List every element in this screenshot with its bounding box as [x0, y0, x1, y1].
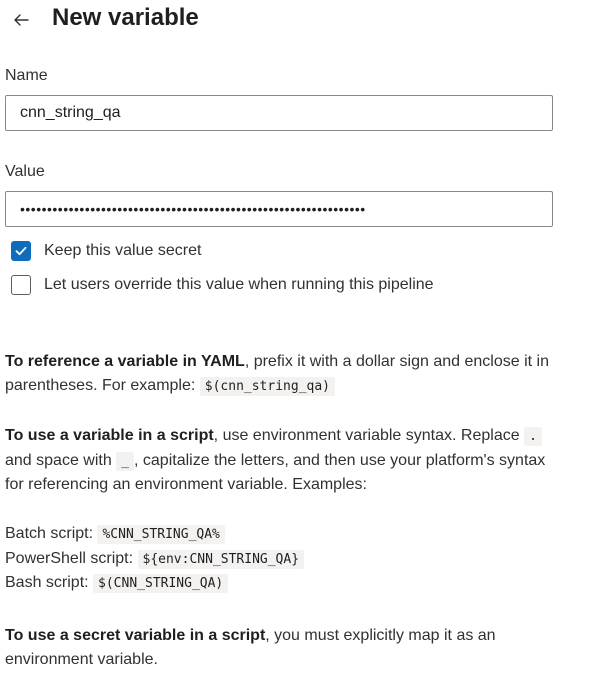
powershell-example: PowerShell script: ${env:CNN_STRING_QA} [5, 547, 565, 572]
name-input[interactable] [5, 95, 553, 131]
batch-label: Batch script: [5, 525, 98, 542]
script-help-bold: To use a variable in a script [5, 427, 214, 444]
bash-code: $(CNN_STRING_QA) [93, 574, 229, 593]
keep-secret-checkbox[interactable] [11, 241, 31, 261]
secret-help-bold: To use a secret variable in a script [5, 627, 266, 644]
script-help-body-1: , use environment variable syntax. Repla… [213, 427, 525, 444]
powershell-label: PowerShell script: [5, 549, 138, 567]
checkmark-icon [15, 246, 27, 256]
keep-secret-option[interactable]: Keep this value secret [11, 240, 201, 262]
script-help-text: To use a variable in a script, use envir… [5, 424, 565, 497]
dot-code: . [524, 427, 542, 446]
powershell-code: ${env:CNN_STRING_QA} [137, 549, 305, 569]
yaml-help-text: To reference a variable in YAML, prefix … [5, 350, 560, 398]
script-examples: Batch script: %CNN_STRING_QA% PowerShell… [5, 522, 565, 596]
bash-example: Bash script: $(CNN_STRING_QA) [5, 571, 565, 596]
allow-override-option[interactable]: Let users override this value when runni… [11, 274, 434, 296]
page-title: New variable [52, 4, 199, 31]
value-label: Value [5, 163, 45, 180]
allow-override-label: Let users override this value when runni… [44, 276, 434, 293]
script-help-body-2: and space with [5, 451, 117, 469]
batch-code: %CNN_STRING_QA% [97, 525, 225, 544]
allow-override-checkbox[interactable] [11, 275, 31, 295]
value-input[interactable] [5, 191, 553, 227]
bash-label: Bash script: [5, 574, 94, 591]
arrow-left-icon[interactable] [10, 9, 32, 31]
name-label: Name [5, 67, 48, 84]
keep-secret-label: Keep this value secret [44, 242, 202, 259]
underscore-code: _ [116, 451, 135, 471]
yaml-example-code: $(cnn_string_qa) [199, 376, 335, 396]
yaml-help-bold: To reference a variable in YAML [5, 353, 245, 370]
secret-help-text: To use a secret variable in a script, yo… [5, 624, 545, 671]
batch-example: Batch script: %CNN_STRING_QA% [5, 522, 565, 547]
